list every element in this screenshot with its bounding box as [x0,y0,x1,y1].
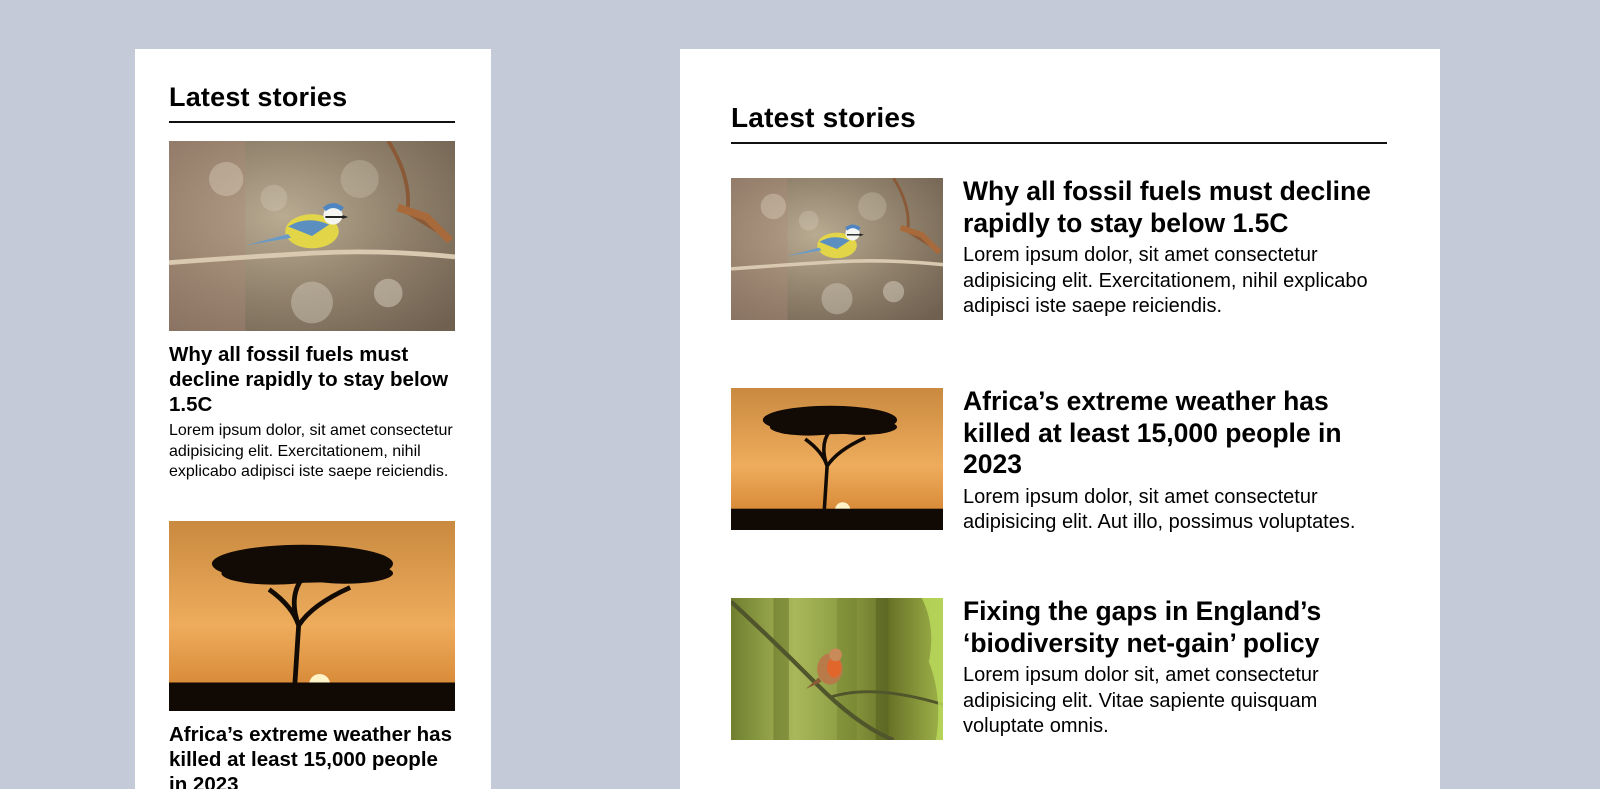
story-card[interactable]: Africa’s extreme weather has killed at l… [169,521,455,789]
story-summary: Lorem ipsum dolor, sit amet consectetur … [963,485,1383,536]
section-title: Latest stories [169,82,347,113]
latest-stories-panel-wide: Latest stories Why all fossil fuels must… [680,49,1440,789]
story-card[interactable]: Why all fossil fuels must decline rapidl… [169,141,455,483]
story-card[interactable]: Africa’s extreme weather has killed at l… [731,388,1387,578]
story-card[interactable]: Fixing the gaps in England’s ‘biodiversi… [731,598,1387,788]
story-title[interactable]: Africa’s extreme weather has killed at l… [169,722,455,789]
story-title[interactable]: Fixing the gaps in England’s ‘biodiversi… [963,596,1383,659]
story-thumbnail-acacia-sunset[interactable] [731,388,943,530]
story-thumbnail-robin[interactable] [731,598,943,740]
story-thumbnail-blue-tit[interactable] [169,141,455,331]
section-title: Latest stories [731,102,916,134]
story-summary: Lorem ipsum dolor, sit amet consectetur … [963,243,1383,320]
latest-stories-panel-narrow: Latest stories Why all fossil fuels must… [135,49,491,789]
story-summary: Lorem ipsum dolor, sit amet consectetur … [169,421,455,483]
story-title[interactable]: Why all fossil fuels must decline rapidl… [169,342,455,417]
story-title[interactable]: Africa’s extreme weather has killed at l… [963,386,1383,481]
story-summary: Lorem ipsum dolor sit, amet consectetur … [963,663,1383,740]
section-divider [731,142,1387,144]
section-divider [169,121,455,123]
story-card[interactable]: Why all fossil fuels must decline rapidl… [731,178,1387,368]
story-thumbnail-blue-tit[interactable] [731,178,943,320]
story-thumbnail-acacia-sunset[interactable] [169,521,455,711]
story-title[interactable]: Why all fossil fuels must decline rapidl… [963,176,1383,239]
